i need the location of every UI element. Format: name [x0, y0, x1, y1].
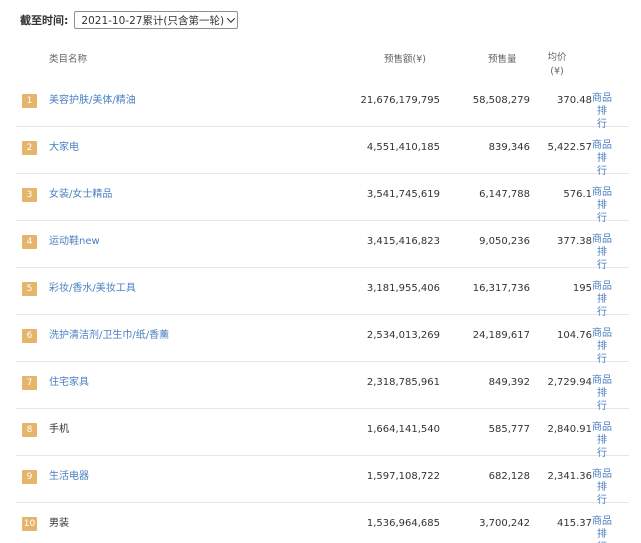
presale-quantity: 9,050,236: [479, 236, 530, 247]
presale-quantity: 6,147,788: [479, 189, 530, 200]
presale-quantity: 585,777: [488, 424, 530, 435]
product-ranking-link-line1: 商品排: [592, 234, 612, 258]
category-name-link[interactable]: 美容护肤/美体/精油: [49, 94, 136, 108]
average-price: 5,422.57: [547, 142, 592, 153]
average-price: 370.48: [557, 95, 592, 106]
category-name-link[interactable]: 洗护清洁剂/卫生巾/纸/香薰: [49, 329, 169, 343]
table-row: 4 运动鞋new 3,415,416,823 9,050,236 377.38 商品排行: [16, 221, 629, 271]
category-name-link[interactable]: 女装/女士精品: [49, 188, 112, 202]
rank-badge: 10: [22, 517, 37, 531]
table-row: 6 洗护清洁剂/卫生巾/纸/香薰 2,534,013,269 24,189,617 10…: [16, 315, 629, 365]
date-select-value: 2021-10-27累计(只含第一轮): [81, 14, 225, 27]
product-ranking-link-line1: 商品排: [592, 375, 612, 399]
rank-badge: 5: [22, 282, 37, 296]
product-ranking-link[interactable]: 商品排行: [588, 186, 616, 225]
rank-badge: 3: [22, 188, 37, 202]
table-row: 9 生活电器 1,597,108,722 682,128 2,341.36 商品排行: [16, 456, 629, 506]
product-ranking-link-line1: 商品排: [592, 281, 612, 305]
table-row: 1 美容护肤/美体/精油 21,676,179,795 58,508,279 370.4…: [16, 80, 629, 130]
product-ranking-link[interactable]: 商品排行: [588, 327, 616, 366]
presale-quantity: 839,346: [488, 142, 530, 153]
date-select[interactable]: 2021-10-27累计(只含第一轮): [74, 11, 239, 29]
category-name-link[interactable]: 男装: [49, 517, 69, 531]
product-ranking-link-line1: 商品排: [592, 140, 612, 164]
product-ranking-link-line1: 商品排: [592, 187, 612, 211]
presale-amount: 1,536,964,685: [366, 518, 440, 529]
presale-quantity: 24,189,617: [472, 330, 530, 341]
table-row: 7 住宅家具 2,318,785,961 849,392 2,729.94 商品排行: [16, 362, 629, 412]
sales-ranking-page: 截至时间: 2021-10-27累计(只含第一轮) 类目名称 预售额(¥) 预售…: [0, 0, 641, 543]
product-ranking-link[interactable]: 商品排行: [588, 374, 616, 413]
presale-amount: 4,551,410,185: [366, 142, 440, 153]
chevron-down-icon: [226, 14, 236, 23]
product-ranking-link-line1: 商品排: [592, 422, 612, 446]
product-ranking-link[interactable]: 商品排行: [588, 92, 616, 131]
presale-quantity: 16,317,736: [472, 283, 530, 294]
product-ranking-link[interactable]: 商品排行: [588, 280, 616, 319]
product-ranking-link-line1: 商品排: [592, 93, 612, 117]
header-presale-amount: 预售额(¥): [384, 54, 426, 65]
rank-badge: 2: [22, 141, 37, 155]
rank-badge: 1: [22, 94, 37, 108]
table-row: 5 彩妆/香水/美妆工具 3,181,955,406 16,317,736 195 商品排…: [16, 268, 629, 318]
average-price: 2,341.36: [547, 471, 592, 482]
product-ranking-link[interactable]: 商品排行: [588, 515, 616, 543]
presale-amount: 1,597,108,722: [366, 471, 440, 482]
header-average-price-line1: 均价: [547, 52, 567, 63]
presale-amount: 21,676,179,795: [360, 95, 440, 106]
product-ranking-link-line1: 商品排: [592, 469, 612, 493]
average-price: 2,840.91: [547, 424, 592, 435]
presale-quantity: 58,508,279: [472, 95, 530, 106]
presale-amount: 2,318,785,961: [366, 377, 440, 388]
date-filter-label: 截至时间:: [20, 14, 69, 27]
presale-amount: 1,664,141,540: [366, 424, 440, 435]
product-ranking-link[interactable]: 商品排行: [588, 468, 616, 507]
average-price: 2,729.94: [547, 377, 592, 388]
presale-amount: 3,181,955,406: [366, 283, 440, 294]
category-name-link[interactable]: 手机: [49, 423, 69, 437]
presale-quantity: 3,700,242: [479, 518, 530, 529]
category-name-link[interactable]: 大家电: [49, 141, 79, 155]
average-price: 377.38: [557, 236, 592, 247]
presale-amount: 2,534,013,269: [366, 330, 440, 341]
header-average-price: 均价 (¥): [540, 51, 574, 79]
table-row: 10 男装 1,536,964,685 3,700,242 415.37商品排行: [16, 503, 629, 543]
product-ranking-link-line1: 商品排: [592, 516, 612, 540]
category-table-body: 1 美容护肤/美体/精油 21,676,179,795 58,508,279 370.4…: [0, 80, 641, 543]
rank-badge: 4: [22, 235, 37, 249]
presale-amount: 3,415,416,823: [366, 236, 440, 247]
rank-badge: 7: [22, 376, 37, 390]
presale-quantity: 849,392: [488, 377, 530, 388]
presale-amount: 3,541,745,619: [366, 189, 440, 200]
product-ranking-link[interactable]: 商品排行: [588, 233, 616, 272]
table-row: 2 大家电 4,551,410,185 839,346 5,422.57 商品排行: [16, 127, 629, 177]
product-ranking-link-line1: 商品排: [592, 328, 612, 352]
average-price: 104.76: [557, 330, 592, 341]
product-ranking-link[interactable]: 商品排行: [588, 421, 616, 460]
rank-badge: 6: [22, 329, 37, 343]
category-name-link[interactable]: 彩妆/香水/美妆工具: [49, 282, 136, 296]
average-price: 415.37: [557, 518, 592, 529]
rank-badge: 8: [22, 423, 37, 437]
date-filter: 截至时间: 2021-10-27累计(只含第一轮): [20, 11, 239, 29]
category-name-link[interactable]: 运动鞋new: [49, 235, 100, 249]
table-row: 3 女装/女士精品 3,541,745,619 6,147,788 576.1 商品排行: [16, 174, 629, 224]
product-ranking-link[interactable]: 商品排行: [588, 139, 616, 178]
header-presale-quantity: 预售量: [488, 54, 517, 65]
presale-quantity: 682,128: [488, 471, 530, 482]
category-name-link[interactable]: 住宅家具: [49, 376, 89, 390]
rank-badge: 9: [22, 470, 37, 484]
table-row: 8 手机 1,664,141,540 585,777 2,840.91 商品排行: [16, 409, 629, 459]
category-name-link[interactable]: 生活电器: [49, 470, 89, 484]
header-average-price-line2: (¥): [550, 66, 564, 77]
header-category-name: 类目名称: [49, 54, 88, 65]
